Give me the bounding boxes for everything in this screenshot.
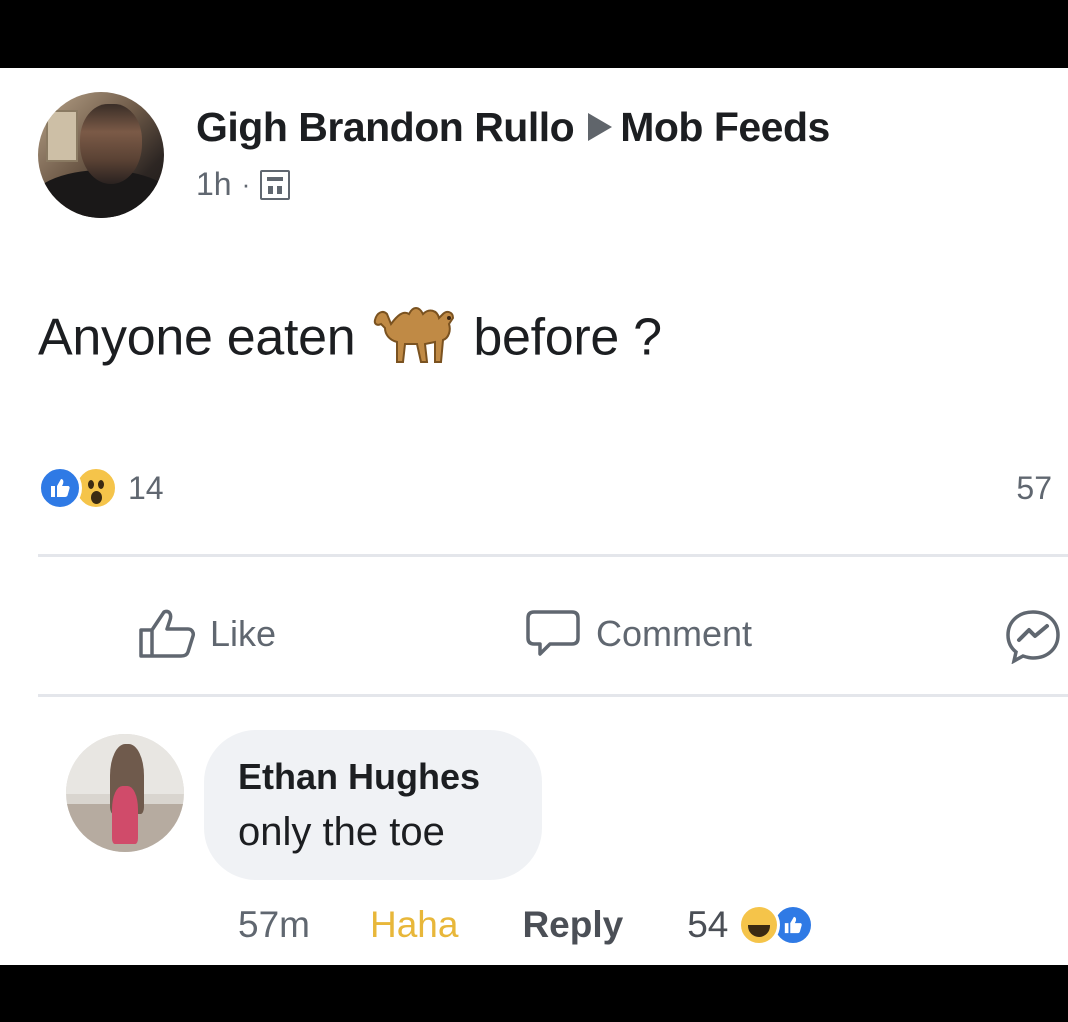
author-name[interactable]: Gigh Brandon Rullo xyxy=(196,104,575,150)
divider-bottom xyxy=(38,694,1068,697)
comment-button[interactable]: Comment xyxy=(524,608,752,660)
like-button[interactable]: Like xyxy=(138,608,276,660)
post-time[interactable]: 1h xyxy=(196,166,232,203)
camel-emoji-icon xyxy=(374,307,455,363)
post-author-line: Gigh Brandon Rullo Mob Feeds xyxy=(196,104,830,151)
post-card: Gigh Brandon Rullo Mob Feeds 1h · Anyone … xyxy=(0,68,1068,965)
comment-time[interactable]: 57m xyxy=(238,904,310,946)
post-text-before: Anyone eaten xyxy=(38,308,356,367)
reaction-count: 14 xyxy=(128,469,164,506)
thumbs-up-icon xyxy=(139,609,195,658)
messenger-icon xyxy=(1006,610,1060,664)
like-reaction-icon xyxy=(38,466,82,510)
divider-top xyxy=(38,554,1068,557)
meta-separator: · xyxy=(241,169,251,199)
comment-reply-button[interactable]: Reply xyxy=(522,904,623,946)
commenter-avatar[interactable] xyxy=(66,734,184,852)
comment-reaction-count[interactable]: 54 xyxy=(687,904,728,946)
post-meta: 1h · xyxy=(196,166,291,203)
shared-to-arrow-icon xyxy=(588,113,613,142)
post-text-after: before ? xyxy=(473,308,662,367)
comment-count[interactable]: 57 xyxy=(1016,470,1052,507)
haha-reaction-icon xyxy=(738,904,781,946)
post-text: Anyone eaten before ? xyxy=(38,306,662,376)
group-name[interactable]: Mob Feeds xyxy=(620,104,830,150)
like-label: Like xyxy=(210,613,277,654)
messenger-share-button[interactable] xyxy=(1004,608,1068,664)
reaction-summary[interactable]: 14 xyxy=(38,466,164,510)
comment-actions: 57m Haha Reply 54 xyxy=(238,904,815,946)
commenter-name[interactable]: Ethan Hughes xyxy=(238,756,480,798)
page-icon xyxy=(260,169,291,200)
comment-bubble: Ethan Hughes only the toe xyxy=(204,730,542,880)
comment-bubble-icon xyxy=(526,610,580,656)
comment-label: Comment xyxy=(596,613,753,654)
comment-haha-button[interactable]: Haha xyxy=(370,904,458,946)
comment-text: only the toe xyxy=(238,810,445,854)
author-avatar[interactable] xyxy=(38,92,164,218)
